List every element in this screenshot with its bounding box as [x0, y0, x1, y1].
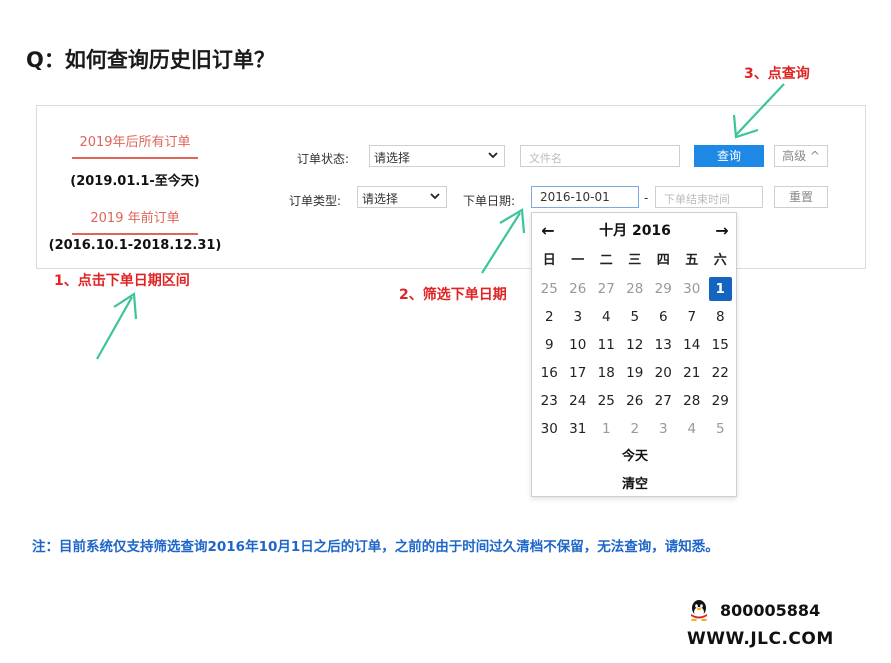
calendar-day[interactable]: 25: [535, 275, 564, 303]
weekday-header: 四: [656, 253, 670, 268]
calendar-day[interactable]: 29: [649, 275, 678, 303]
arrow-left-icon[interactable]: ←: [538, 221, 558, 241]
calendar-day[interactable]: 12: [621, 331, 650, 359]
weekday-header: 五: [685, 253, 699, 268]
calendar-day[interactable]: 23: [535, 387, 564, 415]
calendar-day[interactable]: 31: [564, 415, 593, 443]
calendar-day[interactable]: 30: [535, 415, 564, 443]
calendar-day[interactable]: 29: [706, 387, 735, 415]
order-status-select[interactable]: 请选择: [369, 145, 505, 167]
calendar-day[interactable]: 21: [678, 359, 707, 387]
calendar-day[interactable]: 5: [706, 415, 735, 443]
query-button[interactable]: 查询: [694, 145, 764, 167]
calendar-day[interactable]: 17: [564, 359, 593, 387]
calendar-day[interactable]: 4: [678, 415, 707, 443]
calendar-day[interactable]: 6: [649, 303, 678, 331]
calendar-day[interactable]: 26: [564, 275, 593, 303]
qq-penguin-icon: [691, 600, 707, 621]
start-date-input[interactable]: 2016-10-01: [531, 186, 639, 208]
notice-text: 注：目前系统仅支持筛选查询2016年10月1日之后的订单，之前的由于时间过久清档…: [32, 539, 719, 555]
calendar-grid: 日一二三四五六 25 26 27 28 29 30 1 2 3 4 5 6 7 8 9 10 11 12 13 14 15…: [535, 247, 735, 443]
calendar-day[interactable]: 19: [621, 359, 650, 387]
calendar-month-title[interactable]: 十月 2016: [582, 221, 688, 241]
order-type-select[interactable]: 请选择: [357, 186, 447, 208]
order-type-label: 订单类型:: [289, 194, 342, 208]
calendar-day[interactable]: 2: [535, 303, 564, 331]
calendar-day[interactable]: 25: [592, 387, 621, 415]
calendar-day[interactable]: 28: [678, 387, 707, 415]
date-range-dash: -: [644, 191, 649, 205]
calendar-day[interactable]: 27: [649, 387, 678, 415]
calendar-day[interactable]: 18: [592, 359, 621, 387]
weekday-header: 二: [599, 253, 613, 268]
calendar-day[interactable]: 9: [535, 331, 564, 359]
end-date-input[interactable]: 下单结束时间: [655, 186, 763, 208]
range-after-2019-link[interactable]: 2019年后所有订单: [60, 131, 210, 150]
weekday-header: 六: [713, 253, 727, 268]
calendar-day[interactable]: 26: [621, 387, 650, 415]
page-title: Q：如何查询历史旧订单？: [26, 48, 275, 72]
calendar-day[interactable]: 3: [649, 415, 678, 443]
range-underline: [72, 233, 198, 235]
calendar-day[interactable]: 27: [592, 275, 621, 303]
calendar-day[interactable]: 5: [621, 303, 650, 331]
weekday-header: 三: [628, 253, 642, 268]
weekday-header: 一: [571, 253, 585, 268]
order-type-value: 请选择: [362, 192, 399, 206]
calendar-day[interactable]: 14: [678, 331, 707, 359]
clear-button[interactable]: 清空: [532, 473, 738, 492]
step3-arrow-icon: [732, 83, 785, 139]
calendar-day[interactable]: 22: [706, 359, 735, 387]
calendar-day[interactable]: 1: [592, 415, 621, 443]
calendar-day[interactable]: 4: [592, 303, 621, 331]
calendar-day[interactable]: 20: [649, 359, 678, 387]
advanced-button[interactable]: 高级 ^: [774, 145, 828, 167]
calendar-day[interactable]: 24: [564, 387, 593, 415]
calendar-day[interactable]: 8: [706, 303, 735, 331]
weekday-header: 日: [542, 253, 556, 268]
website-url[interactable]: WWW.JLC.COM: [687, 629, 834, 649]
order-status-label: 订单状态:: [297, 152, 350, 166]
calendar-day[interactable]: 2: [621, 415, 650, 443]
range-underline: [72, 157, 198, 159]
calendar-day[interactable]: 11: [592, 331, 621, 359]
step2-arrow-icon: [481, 208, 526, 274]
step1-arrow-icon: [96, 292, 138, 360]
calendar-day[interactable]: 15: [706, 331, 735, 359]
calendar-day[interactable]: 10: [564, 331, 593, 359]
filename-input[interactable]: 文件名: [520, 145, 680, 167]
calendar-day[interactable]: 13: [649, 331, 678, 359]
calendar-day[interactable]: 7: [678, 303, 707, 331]
calendar-header: ← 十月 2016 →: [532, 221, 738, 241]
calendar-day[interactable]: 3: [564, 303, 593, 331]
chevron-down-icon: [430, 193, 440, 200]
step2-annotation: 2、筛选下单日期: [399, 287, 507, 303]
reset-button[interactable]: 重置: [774, 186, 828, 208]
range-before-2019-link[interactable]: 2019 年前订单: [60, 207, 210, 226]
range-after-2019-dates: (2019.01.1-至今天): [70, 174, 200, 189]
order-status-value: 请选择: [374, 151, 411, 165]
calendar-day[interactable]: 28: [621, 275, 650, 303]
range-before-2019-dates: (2016.10.1-2018.12.31): [48, 238, 222, 253]
today-button[interactable]: 今天: [532, 445, 738, 464]
calendar-day[interactable]: 16: [535, 359, 564, 387]
arrow-right-icon[interactable]: →: [712, 221, 732, 241]
date-picker-popup: ← 十月 2016 → 日一二三四五六 25 26 27 28 29 30 1 2 3 4 5 6 7 8 9…: [531, 212, 737, 497]
calendar-day-selected[interactable]: 1: [709, 277, 732, 301]
chevron-down-icon: [488, 152, 498, 159]
calendar-day[interactable]: 30: [678, 275, 707, 303]
qq-number: 800005884: [720, 601, 821, 620]
